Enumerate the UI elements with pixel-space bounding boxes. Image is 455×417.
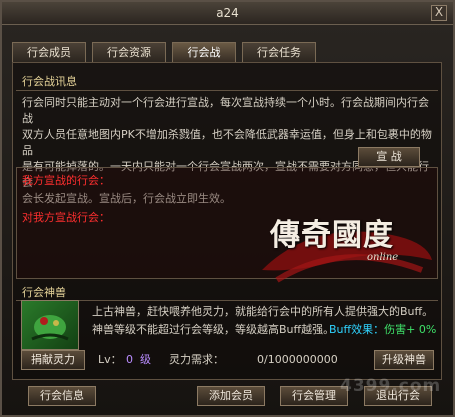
close-icon[interactable]: X xyxy=(431,5,447,21)
level-value: 0 xyxy=(126,353,133,366)
our-declared-label: 我方宣战的行会： xyxy=(22,174,110,187)
spirit-need-label: 灵力需求： xyxy=(169,353,224,366)
declared-on-us-label: 对我方宣战行会： xyxy=(22,211,110,224)
game-logo: 傳奇國度 online xyxy=(252,200,437,292)
declare-war-button[interactable]: 宣 战 xyxy=(358,147,420,167)
beast-desc-line1: 上古神兽，赶快喂养他灵力，就能给行会中的所有人提供强大的Buff。 xyxy=(92,305,434,318)
upgrade-beast-button[interactable]: 升级神兽 xyxy=(374,350,434,370)
add-member-button[interactable]: 添加会员 xyxy=(197,386,265,406)
divider xyxy=(16,90,438,91)
guild-beast-heading: 行会神兽 xyxy=(22,286,66,299)
buff-label: Buff效果： xyxy=(329,323,385,336)
tab-guild-resources[interactable]: 行会资源 xyxy=(92,42,166,63)
buff-value: 伤害+ 0% xyxy=(384,323,437,336)
logo-text: 傳奇國度 xyxy=(270,218,394,253)
logo-subtext: online xyxy=(367,252,399,263)
donate-spirit-button[interactable]: 捐献灵力 xyxy=(21,350,85,370)
tab-guild-war[interactable]: 行会战 xyxy=(172,42,236,63)
watermark: 4399.com xyxy=(340,376,442,396)
beast-desc-line2: 神兽等级不能超过行会等级，等级越高Buff越强。 xyxy=(92,323,335,336)
beast-icon xyxy=(31,315,69,341)
spirit-need-value: 0/1000000000 xyxy=(257,353,338,366)
title-bar[interactable]: a24 X xyxy=(2,2,453,25)
guild-info-button[interactable]: 行会信息 xyxy=(28,386,96,406)
window-title: a24 xyxy=(216,6,239,20)
tab-guild-tasks[interactable]: 行会任务 xyxy=(242,42,316,63)
guild-window: a24 X 行会成员 行会资源 行会战 行会任务 行会战讯息 行会同时只能主动对… xyxy=(0,0,455,417)
divider xyxy=(16,300,438,301)
level-label: Lv： xyxy=(98,353,122,366)
guild-war-heading: 行会战讯息 xyxy=(22,75,77,88)
level-unit: 级 xyxy=(140,353,151,366)
description-line: 行会同时只能主动对一个行会进行宣战，每次宣战持续一个小时。行会战期间内行会战 xyxy=(22,96,429,125)
guild-manage-button[interactable]: 行会管理 xyxy=(280,386,348,406)
tab-guild-members[interactable]: 行会成员 xyxy=(12,42,86,63)
buff-effect: Buff效果：伤害+ 0% xyxy=(329,322,436,338)
guild-beast-icon xyxy=(21,300,79,350)
